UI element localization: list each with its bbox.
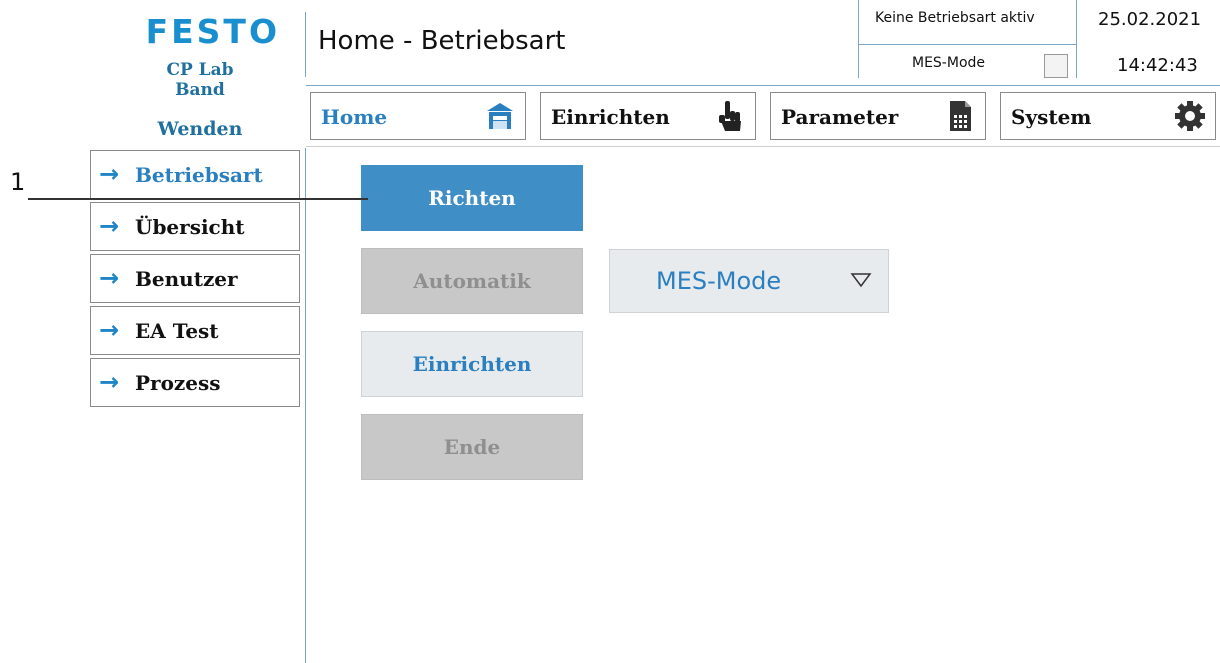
- nav-parameter-button[interactable]: Parameter: [770, 92, 986, 140]
- arrow-right-icon: →: [99, 368, 120, 396]
- sidebar-item-label: Prozess: [135, 371, 221, 395]
- mode-status-text: Keine Betriebsart aktiv: [875, 10, 1035, 26]
- chevron-down-icon: [850, 273, 872, 288]
- dropdown-value: MES-Mode: [656, 267, 782, 295]
- nav-einrichten-button[interactable]: Einrichten: [540, 92, 756, 140]
- callout-number: 1: [10, 168, 26, 196]
- nav-einrichten-label: Einrichten: [551, 105, 670, 129]
- nav-parameter-label: Parameter: [781, 105, 899, 129]
- sidebar-item-prozess[interactable]: → Prozess: [90, 358, 300, 407]
- callout-line: [28, 198, 368, 200]
- nav-home-label: Home: [321, 105, 388, 129]
- sidebar-item-label: EA Test: [135, 319, 219, 343]
- divider: [306, 146, 1220, 147]
- page-title: Home - Betriebsart: [318, 26, 566, 56]
- sidebar-item-label: Übersicht: [135, 215, 245, 239]
- mes-mode-label: MES-Mode: [912, 55, 986, 71]
- automatik-button[interactable]: Automatik: [361, 248, 583, 314]
- divider: [858, 44, 1076, 45]
- time-display: 14:42:43: [1117, 55, 1198, 76]
- station-line-2: Band: [175, 80, 225, 100]
- ende-button[interactable]: Ende: [361, 414, 583, 480]
- divider: [1076, 0, 1077, 78]
- mes-mode-dropdown[interactable]: MES-Mode: [609, 249, 889, 313]
- arrow-right-icon: →: [99, 264, 120, 292]
- nav-system-button[interactable]: System: [1000, 92, 1216, 140]
- festo-logo: FESTO: [145, 12, 280, 51]
- arrow-right-icon: →: [99, 316, 120, 344]
- sidebar-item-uebersicht[interactable]: → Übersicht: [90, 202, 300, 251]
- sidebar-item-betriebsart[interactable]: → Betriebsart: [90, 150, 300, 199]
- sidebar-item-label: Benutzer: [135, 267, 238, 291]
- mes-mode-checkbox[interactable]: [1044, 54, 1068, 78]
- home-icon: [487, 103, 513, 129]
- document-icon: [950, 101, 971, 131]
- divider: [306, 85, 1220, 86]
- einrichten-button[interactable]: Einrichten: [361, 331, 583, 397]
- sidebar-item-benutzer[interactable]: → Benutzer: [90, 254, 300, 303]
- divider: [305, 12, 306, 77]
- richten-button[interactable]: Richten: [361, 165, 583, 231]
- divider: [305, 148, 306, 663]
- station-line-3: Wenden: [157, 118, 243, 140]
- hand-pointer-icon: [719, 101, 741, 131]
- divider: [858, 0, 859, 78]
- sidebar-item-label: Betriebsart: [135, 163, 263, 187]
- sidebar-item-ea-test[interactable]: → EA Test: [90, 306, 300, 355]
- arrow-right-icon: →: [99, 160, 120, 188]
- nav-home-button[interactable]: Home: [310, 92, 526, 140]
- gear-icon: [1175, 101, 1205, 131]
- arrow-right-icon: →: [99, 212, 120, 240]
- station-line-1: CP Lab: [166, 60, 234, 80]
- nav-system-label: System: [1011, 105, 1092, 129]
- date-display: 25.02.2021: [1098, 9, 1202, 30]
